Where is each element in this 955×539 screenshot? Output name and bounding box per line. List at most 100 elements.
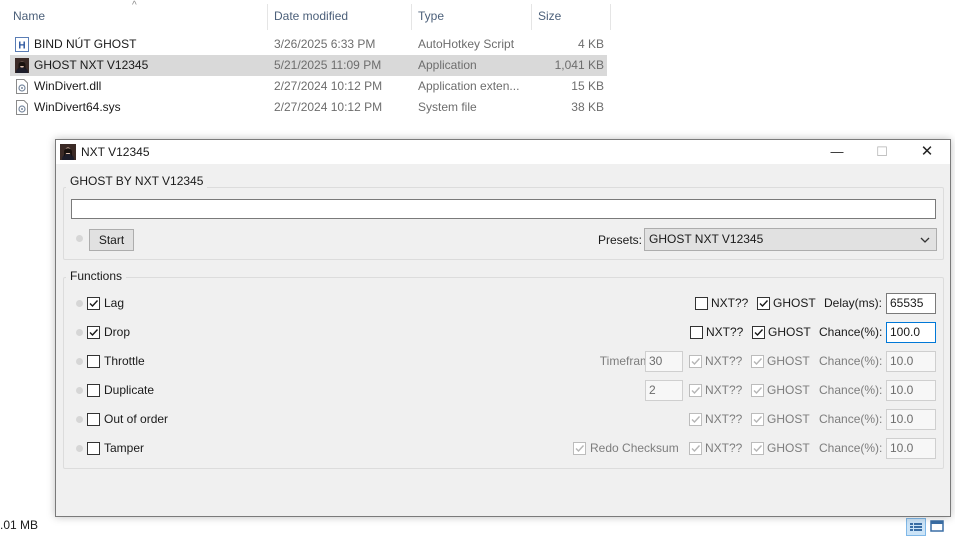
file-row[interactable]: WinDivert64.sys 2/27/2024 10:12 PM System … (10, 97, 607, 118)
function-enable-checkbox[interactable] (87, 413, 100, 426)
redo-checksum-checkbox[interactable] (573, 442, 586, 455)
window-title: NXT V12345 (81, 145, 150, 159)
column-header-size[interactable]: Size (538, 6, 561, 26)
file-type: Application (418, 58, 477, 72)
close-icon: ✕ (920, 143, 934, 160)
filter-input[interactable] (71, 199, 936, 219)
nxt-checkbox[interactable] (689, 355, 702, 368)
sort-ascending-icon: ^ (132, 0, 137, 11)
large-icons-view-button[interactable] (928, 518, 948, 536)
param-input[interactable]: 10.0 (886, 438, 936, 459)
param-label: Chance(%): (819, 383, 883, 397)
file-date-modified: 2/27/2024 10:12 PM (274, 100, 383, 114)
nxt-checkbox[interactable] (689, 413, 702, 426)
file-type: Application exten... (418, 79, 520, 93)
file-row[interactable]: H BIND NÚT GHOST 3/26/2025 6:33 PM AutoHotk… (10, 34, 607, 55)
function-status-dot (76, 416, 83, 423)
column-divider[interactable] (531, 4, 532, 30)
title-bar[interactable]: NXT V12345 — ☐ ✕ (56, 140, 950, 164)
function-name-label: Throttle (104, 354, 145, 368)
nxt-label: NXT?? (705, 354, 743, 368)
extra-param-input[interactable]: 30 (645, 351, 683, 372)
file-row[interactable]: GHOST NXT V12345 5/21/2025 11:09 PM Applic… (10, 55, 607, 76)
function-name-label: Duplicate (104, 383, 155, 397)
functions-group-label: Functions (66, 269, 127, 283)
param-input[interactable]: 65535 (886, 293, 936, 314)
param-input[interactable]: 10.0 (886, 380, 936, 401)
minimize-button[interactable]: — (814, 140, 860, 164)
param-input[interactable]: 10.0 (886, 409, 936, 430)
function-status-dot (76, 387, 83, 394)
function-name-label: Out of order (104, 412, 169, 426)
function-enable-checkbox[interactable] (87, 355, 100, 368)
ghost-checkbox[interactable] (757, 297, 770, 310)
file-date-modified: 2/27/2024 10:12 PM (274, 79, 383, 93)
maximize-button[interactable]: ☐ (859, 140, 905, 164)
ghost-checkbox[interactable] (751, 355, 764, 368)
column-header-date[interactable]: Date modified (274, 6, 348, 26)
nxt-checkbox[interactable] (690, 326, 703, 339)
file-size: 4 KB (577, 37, 604, 51)
function-name-label: Tamper (104, 441, 145, 455)
file-row[interactable]: WinDivert.dll 2/27/2024 10:12 PM Applicati… (10, 76, 607, 97)
column-header-name[interactable]: Name (13, 6, 45, 26)
function-status-dot (76, 358, 83, 365)
presets-label: Presets: (598, 233, 643, 247)
start-button[interactable]: Start (89, 229, 134, 251)
function-name-label: Lag (104, 296, 125, 310)
nxt-label: NXT?? (706, 325, 744, 339)
file-date-modified: 5/21/2025 11:09 PM (274, 58, 382, 72)
nxt-checkbox[interactable] (689, 442, 702, 455)
param-label: Chance(%): (819, 412, 883, 426)
ghost-checkbox[interactable] (752, 326, 765, 339)
function-enable-checkbox[interactable] (87, 384, 100, 397)
autohotkey-script-icon: H (15, 37, 29, 52)
presets-dropdown[interactable]: GHOST NXT V12345 (644, 228, 937, 251)
extra-param-input[interactable]: 2 (645, 380, 683, 401)
dll-file-icon (16, 79, 28, 94)
ghost-checkbox[interactable] (751, 442, 764, 455)
function-enable-checkbox[interactable] (87, 442, 100, 455)
file-size: 1,041 KB (554, 58, 604, 72)
ghost-label: GHOST (768, 325, 811, 339)
file-name: WinDivert64.sys (34, 100, 121, 114)
column-divider[interactable] (267, 4, 268, 30)
nxt-checkbox[interactable] (689, 384, 702, 397)
function-status-dot (76, 300, 83, 307)
ghost-label: GHOST (773, 296, 816, 310)
nxt-label: NXT?? (705, 441, 743, 455)
ghost-label: GHOST (767, 412, 810, 426)
nxt-label: NXT?? (711, 296, 749, 310)
function-enable-checkbox[interactable] (87, 297, 100, 310)
ghost-label: GHOST (767, 383, 810, 397)
param-label: Chance(%): (819, 441, 883, 455)
param-input[interactable]: 100.0 (886, 322, 936, 343)
svg-text:H: H (18, 41, 25, 52)
param-label: Delay(ms): (824, 296, 883, 310)
maximize-icon: ☐ (876, 144, 888, 159)
details-view-icon (910, 523, 922, 531)
file-name: BIND NÚT GHOST (34, 37, 137, 51)
function-status-dot (76, 329, 83, 336)
chevron-down-icon (920, 237, 930, 243)
column-header-type[interactable]: Type (418, 6, 444, 26)
ghost-checkbox[interactable] (751, 384, 764, 397)
param-input[interactable]: 10.0 (886, 351, 936, 372)
function-name-label: Drop (104, 325, 131, 339)
param-label: Chance(%): (819, 325, 883, 339)
ghost-checkbox[interactable] (751, 413, 764, 426)
minimize-icon: — (830, 144, 844, 159)
column-divider[interactable] (411, 4, 412, 30)
details-view-button[interactable] (906, 518, 926, 536)
ghost-label: GHOST (767, 354, 810, 368)
nxt-checkbox[interactable] (695, 297, 708, 310)
status-indicator (76, 235, 83, 242)
main-group-label: GHOST BY NXT V12345 (66, 174, 208, 188)
function-enable-checkbox[interactable] (87, 326, 100, 339)
file-size: 38 KB (571, 100, 604, 114)
column-divider[interactable] (610, 4, 611, 30)
nxt-label: NXT?? (705, 383, 743, 397)
app-window: NXT V12345 — ☐ ✕ GHOST BY NXT V12345 Sta… (55, 139, 951, 517)
file-name: GHOST NXT V12345 (34, 58, 149, 72)
close-button[interactable]: ✕ (904, 140, 950, 164)
